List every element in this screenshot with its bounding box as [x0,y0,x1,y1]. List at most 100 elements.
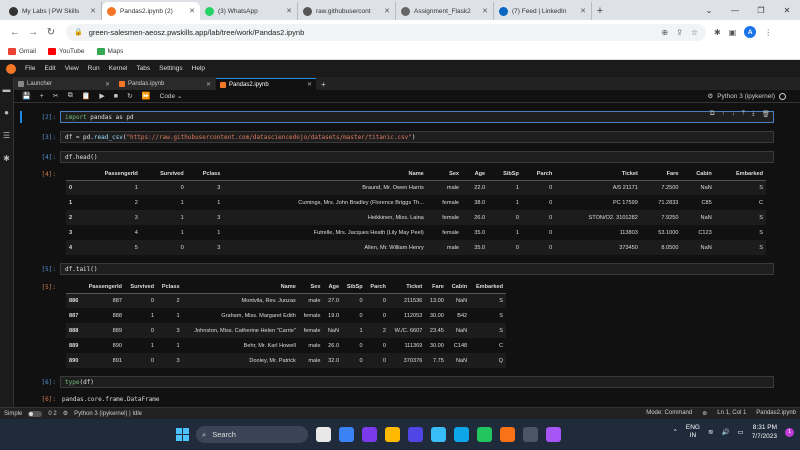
bug-icon[interactable]: ⊛ [702,410,707,417]
notification-badge[interactable]: 1 [785,427,794,437]
bookmark-youtube[interactable]: YouTube [47,48,85,55]
close-tab-icon[interactable]: ✕ [580,7,586,15]
file-browser-icon[interactable]: ▬ [3,85,11,94]
close-tab-icon[interactable]: ✕ [90,7,96,15]
stop-icon[interactable]: ■ [114,93,118,100]
extensions-icon[interactable]: ✱ [714,28,721,37]
code-editor[interactable]: import pandas as pd [60,111,774,123]
browser-tab[interactable]: raw.githubusercont ✕ [298,2,396,20]
pinned-app-icon[interactable] [385,427,400,442]
new-tab-button[interactable]: + [592,2,608,20]
insert-cell-icon[interactable]: + [40,93,44,100]
browser-tab[interactable]: Pandas2.ipynb (2) ✕ [102,2,200,20]
kernel-status[interactable]: Python 3 (ipykernel) | Idle [74,411,142,417]
battery-icon[interactable]: ▭ [738,428,744,436]
back-icon[interactable]: ← [6,27,24,38]
move-up-icon[interactable]: ↑ [721,110,724,118]
new-launcher-icon[interactable]: + [317,78,330,90]
language-indicator[interactable]: ENG IN [686,424,700,440]
kernel-indicator[interactable]: ⚙ Python 3 (ipykernel) [707,92,786,100]
code-editor[interactable]: type(df) [60,376,774,388]
cell-type-select[interactable]: Code ⌄ [160,92,183,100]
doc-tab-launcher[interactable]: Launcher ✕ [14,78,114,90]
fast-forward-icon[interactable]: ⏩ [142,92,151,100]
terminal-kernel-counts[interactable]: 0 2 [48,411,56,417]
code-editor[interactable]: df = pd.read_csv("https://raw.githubuser… [60,131,774,143]
close-tab-icon[interactable]: ✕ [189,7,195,15]
share-icon[interactable]: ⇪ [676,28,683,37]
pinned-app-icon[interactable] [500,427,515,442]
move-down-icon[interactable]: ↓ [732,110,735,118]
close-icon[interactable]: ✕ [105,81,110,88]
pinned-app-icon[interactable] [339,427,354,442]
close-icon[interactable]: ✕ [206,81,211,88]
profile-avatar[interactable]: A [744,26,757,38]
duplicate-cell-icon[interactable]: ⧉ [710,110,715,118]
bookmark-gmail[interactable]: Gmail [8,48,36,55]
code-string: "https://raw.githubusercontent.com/datas… [126,134,412,141]
copy-icon[interactable]: ⧉ [68,92,73,100]
wifi-icon[interactable]: ≋ [708,428,713,436]
save-icon[interactable]: 💾 [22,92,31,100]
pinned-app-icon[interactable] [316,427,331,442]
menu-file[interactable]: File [25,65,35,72]
pinned-app-icon[interactable] [408,427,423,442]
running-kernels-icon[interactable]: ● [4,108,9,117]
menu-run[interactable]: Run [88,65,100,72]
code-editor[interactable]: df.tail() [60,263,774,275]
url-input[interactable]: 🔒 green-salesmen-aeosz.pwskills.app/lab/… [66,23,706,41]
paste-icon[interactable]: 📋 [82,92,91,100]
lock-icon[interactable]: 🔒 [74,28,83,36]
menu-kernel[interactable]: Kernel [109,65,128,72]
menu-help[interactable]: Help [192,65,205,72]
code-editor[interactable]: df.head() [60,151,774,163]
tab-search-icon[interactable]: ⌄ [696,0,722,20]
menu-tabs[interactable]: Tabs [136,65,150,72]
close-tab-icon[interactable]: ✕ [482,7,488,15]
delete-cell-icon[interactable]: 🗑 [762,110,770,118]
maximize-icon[interactable]: ❐ [748,0,774,20]
insert-below-icon[interactable]: ⤓ [752,110,755,118]
table-of-contents-icon[interactable]: ☰ [3,131,10,140]
pinned-app-icon[interactable] [362,427,377,442]
zoom-icon[interactable]: ⊕ [661,28,668,37]
close-window-icon[interactable]: ✕ [774,0,800,20]
insert-above-icon[interactable]: ⤒ [742,110,745,118]
minimize-icon[interactable]: — [722,0,748,20]
cut-icon[interactable]: ✂ [53,92,59,100]
menu-view[interactable]: View [65,65,79,72]
close-icon[interactable]: ✕ [307,81,312,88]
notebook-panel[interactable]: [2]: import pandas as pd ⧉ ↑ ↓ ⤒ ⤓ 🗑 [3]… [14,103,800,407]
close-tab-icon[interactable]: ✕ [286,7,292,15]
menu-settings[interactable]: Settings [159,65,183,72]
pinned-app-icon[interactable] [546,427,561,442]
bookmark-maps[interactable]: Maps [96,48,123,55]
pinned-app-icon[interactable] [454,427,469,442]
browser-tab[interactable]: (3) WhatsApp ✕ [200,2,298,20]
clock[interactable]: 8:31 PM 7/7/2023 [752,423,777,441]
close-tab-icon[interactable]: ✕ [384,7,390,15]
browser-menu-icon[interactable]: ⋮ [764,28,772,37]
run-icon[interactable]: ▶ [99,92,104,100]
taskbar-search[interactable]: ⌕ Search [196,426,308,443]
restart-icon[interactable]: ↻ [127,92,133,100]
menu-edit[interactable]: Edit [44,65,55,72]
browser-tab[interactable]: My Labs | PW Skills ✕ [4,2,102,20]
bookmark-star-icon[interactable]: ☆ [691,28,698,37]
pinned-app-icon[interactable] [477,427,492,442]
pinned-app-icon[interactable] [431,427,446,442]
windows-start-icon[interactable] [176,428,189,441]
chevron-up-icon[interactable]: ⌃ [672,428,677,436]
doc-tab-pandas2[interactable]: Pandas2.ipynb ✕ [216,78,316,90]
reload-icon[interactable]: ↻ [42,27,60,38]
side-panel-icon[interactable]: ▣ [729,28,737,37]
browser-tab[interactable]: (7) Feed | LinkedIn ✕ [494,2,592,20]
simple-mode-toggle[interactable] [28,410,43,417]
browser-tab[interactable]: Assignment_Flask2 ✕ [396,2,494,20]
pinned-app-icon[interactable] [523,427,538,442]
forward-icon[interactable]: → [24,27,42,38]
doc-tab-pandas[interactable]: Pandas.ipynb ✕ [115,78,215,90]
volume-icon[interactable]: 🔊 [721,428,729,436]
cursor-position[interactable]: Ln 1, Col 1 [717,410,746,417]
extensions-manager-icon[interactable]: ✱ [3,154,10,163]
